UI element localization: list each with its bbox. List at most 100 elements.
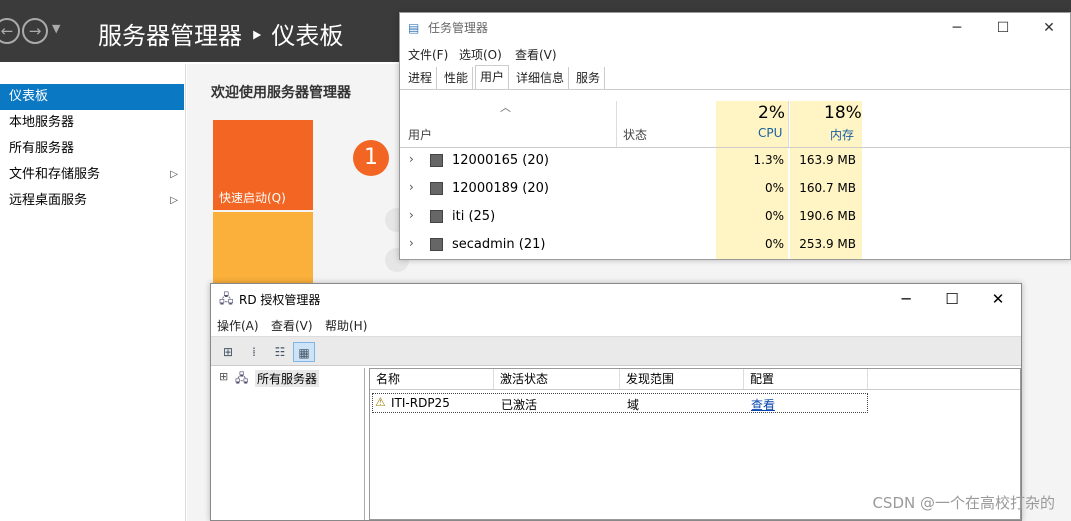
user-name: iti (25) <box>452 209 496 224</box>
sidebar-item-label: 远程桌面服务 <box>9 193 88 208</box>
tab-divider <box>400 89 1070 90</box>
activation-status: 已激活 <box>501 398 538 412</box>
title-text: 任务管理器 <box>428 21 489 35</box>
table-row[interactable]: ⚠ ITI-RDP25 已激活 域 查看 <box>372 393 868 413</box>
user-icon <box>430 238 443 251</box>
user-name: 12000165 (20) <box>452 153 549 168</box>
tab-services[interactable]: 服务 <box>572 67 606 89</box>
cpu-value: 1.3% <box>753 153 785 167</box>
window-title: RD 授权管理器 <box>239 293 321 307</box>
col-divider <box>616 101 617 147</box>
sidebar-item-label: 仪表板 <box>9 89 49 104</box>
chevron-right-icon[interactable]: › <box>409 180 414 194</box>
task-manager-icon: ▤ <box>408 21 420 35</box>
step-badge: 1 <box>353 140 389 176</box>
menu-help[interactable]: 帮助(H) <box>325 317 367 334</box>
table-row[interactable]: › 12000165 (20) 1.3% 163.9 MB <box>400 147 1071 175</box>
maximize-button[interactable]: ☐ <box>980 13 1026 43</box>
discovery-scope: 域 <box>627 398 640 412</box>
list-view-icon[interactable]: ☷ <box>269 342 291 362</box>
large-icons-icon[interactable]: ⊞ <box>217 342 239 362</box>
tab-processes[interactable]: 进程 <box>404 67 438 89</box>
memory-value: 160.7 MB <box>799 181 856 195</box>
sidebar-item-label: 文件和存储服务 <box>9 167 101 182</box>
header-divider <box>370 389 1020 390</box>
server-name: ITI-RDP25 <box>391 396 450 410</box>
table-row[interactable]: › 12000189 (20) 0% 160.7 MB <box>400 175 1071 203</box>
sidebar-item-label: 所有服务器 <box>9 141 75 156</box>
sidebar-item-label: 本地服务器 <box>9 115 75 130</box>
minimize-button[interactable]: ─ <box>934 13 980 43</box>
user-name: 12000189 (20) <box>452 181 549 196</box>
rd-license-icon: 🖧 <box>219 292 234 307</box>
column-memory[interactable]: 内存 <box>830 126 854 143</box>
col-divider <box>788 101 789 147</box>
tree-root-all-servers[interactable]: 所有服务器 <box>255 370 320 387</box>
chevron-right-icon[interactable]: › <box>409 236 414 250</box>
chevron-right-icon[interactable]: › <box>409 152 414 166</box>
toolbar: ⊞ ⁞ ☷ ▦ <box>211 336 1021 366</box>
column-configuration[interactable]: 配置 <box>744 369 868 389</box>
expand-plus-icon[interactable]: ⊞ <box>219 370 228 383</box>
sidebar-item-all-servers[interactable]: 所有服务器 <box>0 136 184 162</box>
user-icon <box>430 210 443 223</box>
cpu-value: 0% <box>764 181 784 195</box>
menu-file[interactable]: 文件(F) <box>408 46 448 63</box>
small-icons-icon[interactable]: ⁞ <box>243 342 265 362</box>
welcome-heading: 欢迎使用服务器管理器 <box>211 85 351 101</box>
expand-icon: ▷ <box>170 195 178 206</box>
cpu-value: 0% <box>764 209 784 223</box>
quick-start-tile[interactable]: 快速启动(Q) <box>213 120 313 210</box>
details-view-icon[interactable]: ▦ <box>293 342 315 362</box>
minimize-button[interactable]: ─ <box>883 284 929 314</box>
column-name[interactable]: 名称 <box>370 369 494 389</box>
memory-total: 18% <box>824 103 862 123</box>
tab-details[interactable]: 详细信息 <box>512 67 570 89</box>
table-row[interactable]: › iti (25) 0% 190.6 MB <box>400 203 1071 231</box>
cpu-value: 0% <box>764 237 784 251</box>
column-user[interactable]: 用户 <box>408 126 432 143</box>
tab-users[interactable]: 用户 <box>475 65 510 89</box>
history-dropdown-icon[interactable]: ▼ <box>52 22 60 35</box>
expand-icon: ▷ <box>170 169 178 180</box>
column-status[interactable]: 状态 <box>623 126 647 143</box>
menu-options[interactable]: 选项(O) <box>459 46 502 63</box>
chevron-right-icon[interactable]: › <box>409 208 414 222</box>
memory-value: 190.6 MB <box>799 209 856 223</box>
rd-licensing-window: 🖧 RD 授权管理器 ─ ☐ ✕ 操作(A) 查看(V) 帮助(H) ⊞ ⁞ ☷… <box>210 283 1022 521</box>
maximize-button[interactable]: ☐ <box>929 284 975 314</box>
back-icon[interactable]: ← <box>0 18 20 44</box>
page-title: 服务器管理器 ‣ 仪表板 <box>98 22 344 50</box>
sidebar-item-dashboard[interactable]: 仪表板 <box>0 84 184 110</box>
watermark: CSDN @一个在高校打杂的 <box>872 494 1055 512</box>
quick-start-label: 快速启动(Q) <box>219 191 286 205</box>
sidebar-item-local-server[interactable]: 本地服务器 <box>0 110 184 136</box>
user-icon <box>430 182 443 195</box>
task-manager-window: ▤ 任务管理器 ─ ☐ ✕ 文件(F) 选项(O) 查看(V) 进程 性能 用户… <box>399 12 1071 260</box>
memory-value: 253.9 MB <box>799 237 856 251</box>
menu-action[interactable]: 操作(A) <box>217 317 259 334</box>
server-tree: ⊞ 🖧 所有服务器 <box>213 368 365 520</box>
user-icon <box>430 154 443 167</box>
column-activation-status[interactable]: 激活状态 <box>494 369 620 389</box>
new-tile[interactable] <box>213 212 313 292</box>
sort-up-icon: ︿ <box>500 101 511 114</box>
cpu-total: 2% <box>758 103 785 123</box>
tab-performance[interactable]: 性能 <box>440 67 474 89</box>
menu-view[interactable]: 查看(V) <box>515 46 557 63</box>
sidebar-item-file-storage[interactable]: 文件和存储服务 ▷ <box>0 162 184 188</box>
menu-view[interactable]: 查看(V) <box>271 317 313 334</box>
servers-icon: 🖧 <box>235 371 249 385</box>
warning-server-icon: ⚠ <box>375 395 386 409</box>
table-row[interactable]: › secadmin (21) 0% 253.9 MB <box>400 231 1071 259</box>
column-discovery-scope[interactable]: 发现范围 <box>620 369 744 389</box>
sidebar: 仪表板 本地服务器 所有服务器 文件和存储服务 ▷ 远程桌面服务 ▷ <box>0 64 186 521</box>
user-name: secadmin (21) <box>452 237 546 252</box>
view-config-link[interactable]: 查看 <box>751 396 775 413</box>
memory-value: 163.9 MB <box>799 153 856 167</box>
forward-icon[interactable]: → <box>22 18 48 44</box>
close-button[interactable]: ✕ <box>1026 13 1071 43</box>
column-cpu[interactable]: CPU <box>758 126 782 140</box>
sidebar-item-remote-desktop[interactable]: 远程桌面服务 ▷ <box>0 188 184 214</box>
close-button[interactable]: ✕ <box>975 284 1021 314</box>
